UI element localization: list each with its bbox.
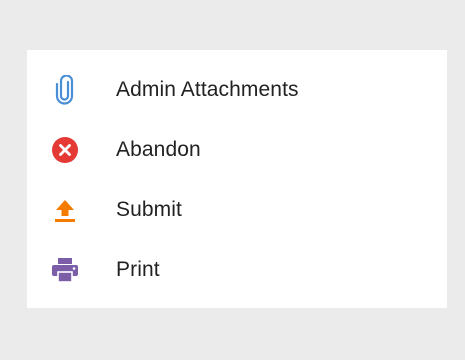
action-menu: Admin Attachments Abandon Submit Print [27,50,447,308]
menu-item-label: Admin Attachments [116,78,299,101]
cancel-icon [49,134,81,166]
printer-icon [49,254,81,286]
menu-item-admin-attachments[interactable]: Admin Attachments [27,60,447,120]
menu-item-abandon[interactable]: Abandon [27,120,447,180]
menu-item-submit[interactable]: Submit [27,180,447,240]
menu-item-label: Print [116,258,160,281]
menu-item-label: Submit [116,198,182,221]
upload-icon [49,194,81,226]
menu-item-label: Abandon [116,138,201,161]
menu-item-print[interactable]: Print [27,240,447,300]
paperclip-icon [49,74,81,106]
